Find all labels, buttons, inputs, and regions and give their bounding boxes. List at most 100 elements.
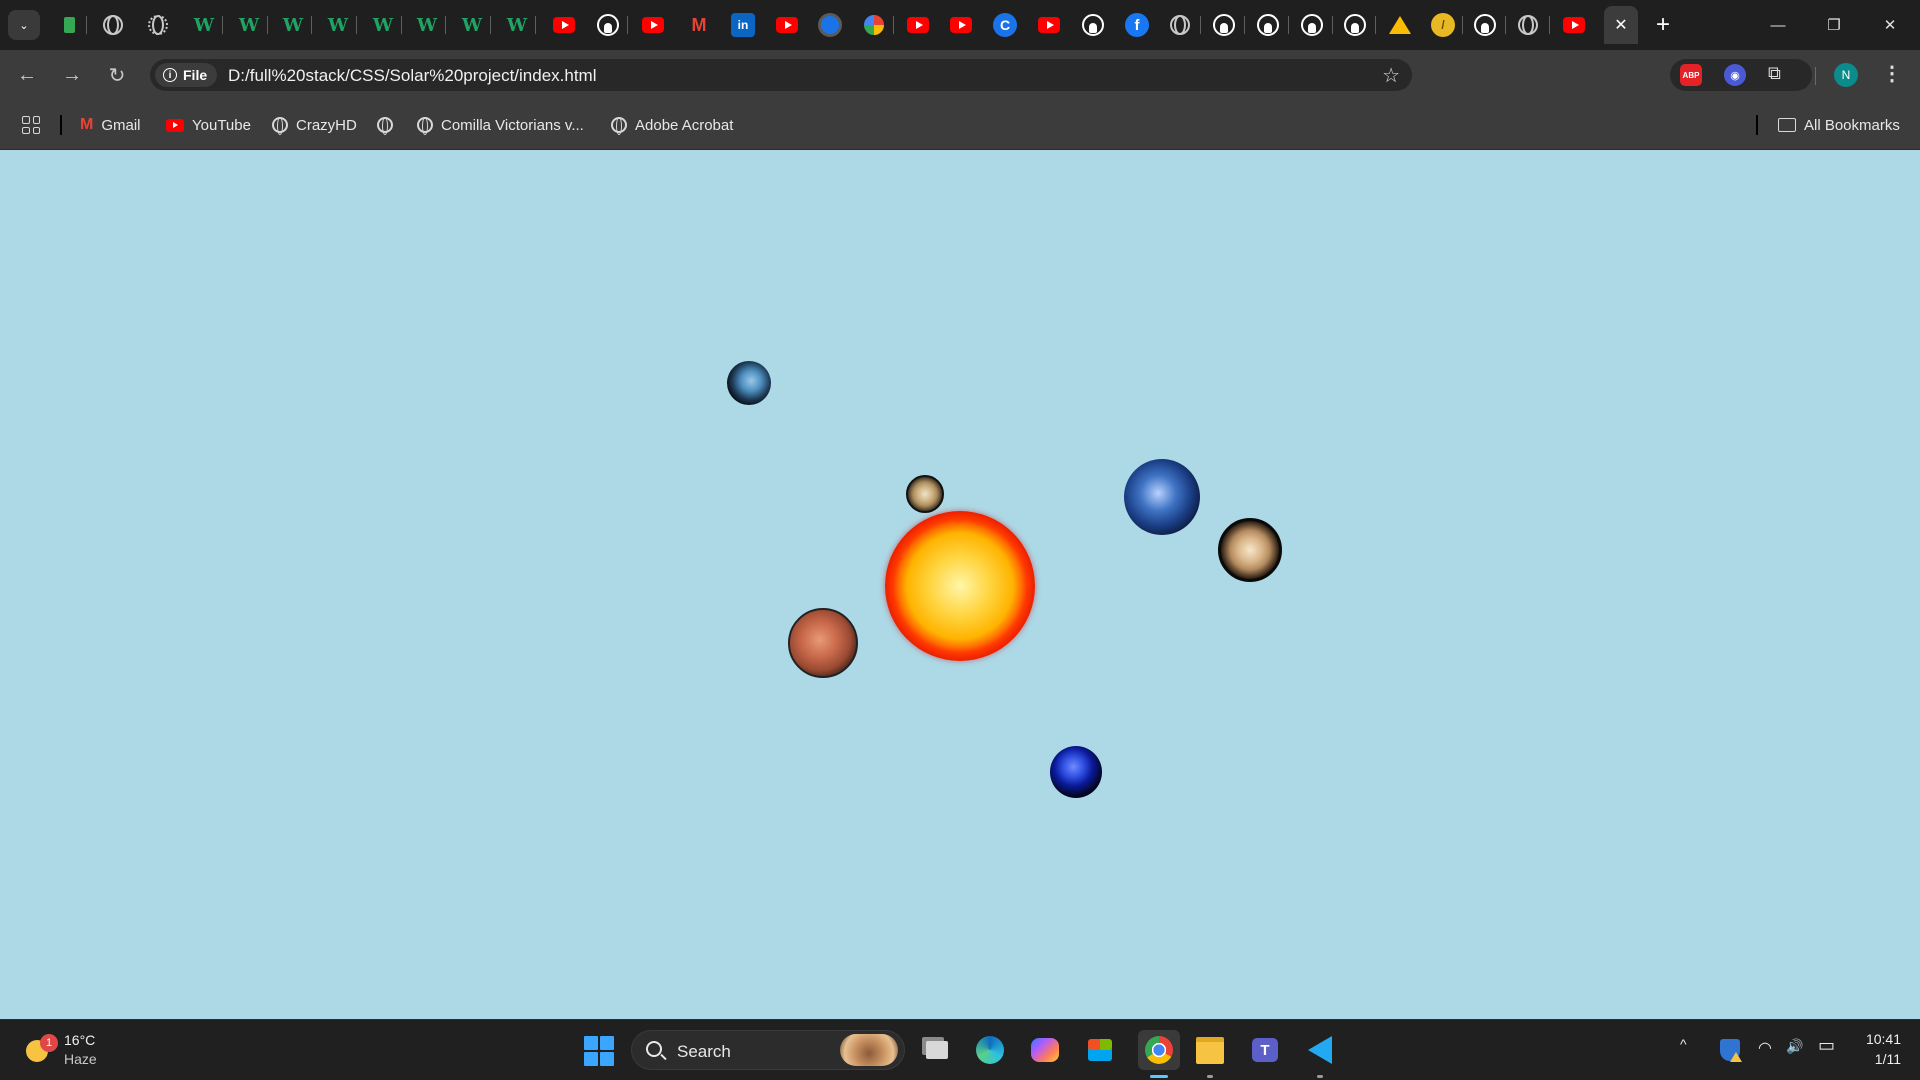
edge-icon[interactable] bbox=[973, 1033, 1007, 1067]
neptune bbox=[1050, 746, 1102, 798]
tab-strip: ⌄ W W W W W W W W M in C f / ✕ + — ❐ ✕ bbox=[0, 0, 1920, 50]
profile-avatar[interactable]: N bbox=[1834, 63, 1858, 87]
tab-separator bbox=[86, 16, 87, 34]
youtube-icon[interactable] bbox=[1038, 17, 1060, 33]
multicolor-icon[interactable] bbox=[862, 13, 886, 37]
task-view-icon[interactable] bbox=[920, 1033, 954, 1067]
start-button[interactable] bbox=[584, 1036, 614, 1066]
tab-separator bbox=[1244, 16, 1245, 34]
adblock-plus-icon[interactable]: ABP bbox=[1680, 64, 1702, 86]
blue-app-icon[interactable] bbox=[818, 13, 842, 37]
youtube-icon[interactable] bbox=[642, 17, 664, 33]
chrome-icon[interactable] bbox=[1138, 1030, 1180, 1070]
tab-separator bbox=[222, 16, 223, 34]
restore-button[interactable]: ❐ bbox=[1806, 0, 1862, 50]
doc-icon[interactable] bbox=[57, 13, 81, 37]
globe-icon[interactable] bbox=[1170, 15, 1190, 35]
teams-icon[interactable] bbox=[1248, 1033, 1282, 1067]
tab-separator bbox=[1375, 16, 1376, 34]
w-icon[interactable]: W bbox=[460, 13, 484, 37]
tab-separator bbox=[1549, 16, 1550, 34]
warning-icon bbox=[1730, 1052, 1742, 1062]
gmail-icon[interactable]: M bbox=[687, 13, 711, 37]
tab-separator bbox=[1462, 16, 1463, 34]
taskbar-search[interactable]: Search bbox=[631, 1030, 905, 1070]
rss-extension-icon[interactable]: ◉ bbox=[1724, 64, 1746, 86]
battery-icon[interactable]: ▭ bbox=[1818, 1035, 1835, 1056]
w-icon[interactable]: W bbox=[326, 13, 350, 37]
youtube-icon[interactable] bbox=[1563, 17, 1585, 33]
apps-grid-icon[interactable] bbox=[22, 116, 40, 134]
w-icon[interactable]: W bbox=[192, 13, 216, 37]
bookmarks-separator bbox=[60, 115, 62, 135]
youtube-icon[interactable] bbox=[907, 17, 929, 33]
clock-date[interactable]: 1/11 bbox=[1859, 1051, 1901, 1067]
w-icon[interactable]: W bbox=[281, 13, 305, 37]
openai-icon[interactable] bbox=[148, 15, 168, 35]
store-icon[interactable] bbox=[1083, 1033, 1117, 1067]
globe-icon[interactable] bbox=[103, 15, 123, 35]
w-icon[interactable]: W bbox=[505, 13, 529, 37]
browser-menu-icon[interactable]: ⋮ bbox=[1882, 61, 1902, 86]
linkedin-icon[interactable]: in bbox=[731, 13, 755, 37]
bookmarks-separator bbox=[1756, 115, 1758, 135]
bookmark-label: CrazyHD bbox=[296, 116, 357, 134]
weather-temperature[interactable]: 16°C bbox=[64, 1032, 95, 1048]
minimize-button[interactable]: — bbox=[1750, 0, 1806, 50]
globe-icon bbox=[377, 117, 393, 135]
show-hidden-icons-chevron[interactable]: ^ bbox=[1680, 1036, 1687, 1052]
w-icon[interactable]: W bbox=[237, 13, 261, 37]
tab-separator bbox=[893, 16, 894, 34]
bookmark-label: Gmail bbox=[101, 116, 141, 134]
all-bookmarks-button[interactable]: All Bookmarks bbox=[1778, 115, 1900, 135]
address-bar[interactable]: i File D:/full%20stack/CSS/Solar%20proje… bbox=[150, 59, 1412, 91]
clock-time[interactable]: 10:41 bbox=[1859, 1031, 1901, 1047]
back-button[interactable]: ← bbox=[12, 60, 42, 90]
bookmark-untitled[interactable] bbox=[377, 115, 393, 135]
bookmark-gmail[interactable]: M Gmail bbox=[80, 115, 141, 135]
url-text[interactable]: D:/full%20stack/CSS/Solar%20project/inde… bbox=[228, 66, 597, 86]
github-icon[interactable] bbox=[1301, 14, 1323, 36]
bookmark-youtube[interactable]: YouTube bbox=[166, 115, 251, 135]
close-tab-icon[interactable]: ✕ bbox=[1608, 12, 1634, 38]
site-info-chip[interactable]: i File bbox=[155, 63, 218, 87]
weather-widget[interactable]: 1 bbox=[24, 1034, 58, 1062]
forward-button[interactable]: → bbox=[57, 60, 87, 90]
extensions-puzzle-icon[interactable]: ⧉ bbox=[1768, 63, 1781, 84]
youtube-icon[interactable] bbox=[950, 17, 972, 33]
bookmark-adobe-acrobat[interactable]: Adobe Acrobat bbox=[611, 115, 733, 135]
tab-separator bbox=[535, 16, 536, 34]
new-tab-button[interactable]: + bbox=[1648, 10, 1678, 40]
github-icon[interactable] bbox=[597, 14, 619, 36]
w-icon[interactable]: W bbox=[415, 13, 439, 37]
tab-search-button[interactable]: ⌄ bbox=[8, 10, 40, 40]
folder-icon bbox=[1778, 118, 1796, 132]
bookmark-comilla-victorians[interactable]: Comilla Victorians v... bbox=[417, 115, 584, 135]
weather-condition[interactable]: Haze bbox=[64, 1051, 97, 1067]
reload-button[interactable]: ↻ bbox=[102, 60, 132, 90]
drive-icon[interactable] bbox=[1388, 13, 1412, 37]
search-highlight-image[interactable] bbox=[840, 1034, 898, 1066]
globe-icon bbox=[611, 117, 627, 135]
running-app-indicator bbox=[1207, 1075, 1213, 1078]
facebook-icon[interactable]: f bbox=[1125, 13, 1149, 37]
volume-icon[interactable]: 🔊 bbox=[1786, 1038, 1803, 1055]
vscode-icon[interactable] bbox=[1303, 1033, 1337, 1067]
c-icon[interactable]: C bbox=[993, 13, 1017, 37]
file-explorer-icon[interactable] bbox=[1193, 1033, 1227, 1067]
github-icon[interactable] bbox=[1344, 14, 1366, 36]
wifi-icon[interactable]: ◠ bbox=[1758, 1038, 1772, 1058]
youtube-icon[interactable] bbox=[553, 17, 575, 33]
bookmark-crazyhd[interactable]: CrazyHD bbox=[272, 115, 357, 135]
yellow-coin-icon[interactable]: / bbox=[1431, 13, 1455, 37]
w-icon[interactable]: W bbox=[371, 13, 395, 37]
globe-icon[interactable] bbox=[1518, 15, 1538, 35]
github-icon[interactable] bbox=[1474, 14, 1496, 36]
youtube-icon[interactable] bbox=[776, 17, 798, 33]
close-window-button[interactable]: ✕ bbox=[1862, 0, 1918, 50]
github-icon[interactable] bbox=[1082, 14, 1104, 36]
bookmark-star-icon[interactable]: ☆ bbox=[1382, 63, 1400, 88]
copilot-icon[interactable] bbox=[1028, 1033, 1062, 1067]
github-icon[interactable] bbox=[1213, 14, 1235, 36]
github-icon[interactable] bbox=[1257, 14, 1279, 36]
